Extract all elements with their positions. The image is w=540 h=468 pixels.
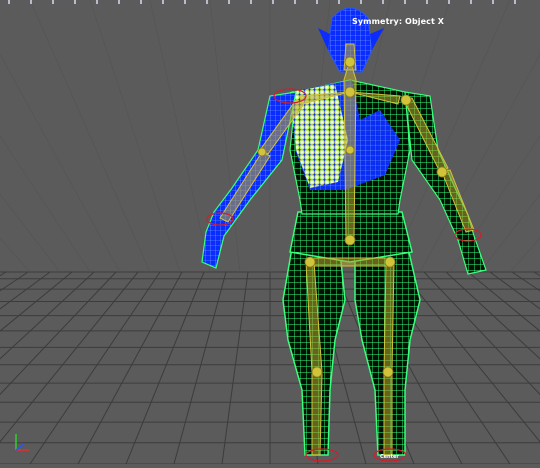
- right-shin-bone: [383, 373, 393, 456]
- viewport-canvas[interactable]: [0, 0, 540, 465]
- timeline-tick: [184, 0, 186, 4]
- axis-gizmo: [10, 430, 40, 454]
- timeline-tick: [206, 0, 208, 4]
- timeline-tick: [118, 0, 120, 4]
- grid-line: [29, 271, 161, 465]
- grid-line: [423, 271, 540, 396]
- timeline-tick: [448, 0, 450, 4]
- timeline-tick: [492, 0, 494, 4]
- grid-line: [149, 0, 211, 273]
- timeline-tick: [338, 0, 340, 4]
- grid-line: [125, 271, 205, 465]
- timeline-tick: [8, 0, 10, 4]
- left-knee-joint: [311, 366, 323, 378]
- grid-line: [419, 53, 540, 273]
- pelvis-joint: [344, 234, 356, 246]
- timeline-tick: [294, 0, 296, 4]
- right-hip-joint: [384, 256, 396, 268]
- 3d-viewport[interactable]: [0, 0, 540, 465]
- timeline-tick: [52, 0, 54, 4]
- right-knee-joint: [382, 366, 394, 378]
- timeline-tick: [250, 0, 252, 4]
- timeline-tick: [382, 0, 384, 4]
- character-mesh[interactable]: [201, 7, 487, 456]
- timeline-ticks: [0, 0, 540, 10]
- timeline-tick: [228, 0, 230, 4]
- hip-bone: [309, 257, 391, 267]
- grid-line: [401, 271, 540, 443]
- left-hip-joint: [304, 256, 316, 268]
- timeline-tick: [30, 0, 32, 4]
- timeline-tick: [162, 0, 164, 4]
- symmetry-label: Symmetry: Object X: [352, 17, 445, 26]
- grid-line: [77, 271, 183, 465]
- right-thigh-bone: [383, 261, 395, 373]
- left-shin-bone: [311, 373, 323, 456]
- left-elbow-node: [257, 147, 267, 157]
- right-shoulder-joint: [400, 94, 412, 106]
- neck-joint: [344, 56, 356, 68]
- timeline-tick: [426, 0, 428, 4]
- left-forearm-bone: [219, 151, 271, 223]
- axis-z-icon: [15, 443, 25, 451]
- timeline-tick: [74, 0, 76, 4]
- grid-line: [509, 237, 540, 273]
- timeline-tick: [470, 0, 472, 4]
- grid-line: [511, 271, 540, 292]
- center-label: Center: [380, 454, 399, 460]
- spine-joint: [345, 145, 355, 155]
- timeline-tick: [316, 0, 318, 4]
- grid-line: [0, 237, 31, 273]
- timeline-tick: [140, 0, 142, 4]
- timeline-tick: [360, 0, 362, 4]
- grid-line: [445, 271, 540, 360]
- right-elbow-joint: [436, 166, 448, 178]
- grid-line: [0, 53, 121, 273]
- grid-line: [0, 193, 61, 273]
- grid-line: [221, 271, 249, 465]
- timeline-tick: [404, 0, 406, 4]
- left-ear-mesh: [318, 28, 330, 50]
- grid-line: [173, 271, 227, 465]
- chest-joint: [344, 86, 356, 98]
- timeline-tick: [96, 0, 98, 4]
- timeline-tick: [514, 0, 516, 4]
- right-ear-mesh: [370, 28, 384, 50]
- timeline-tick: [272, 0, 274, 4]
- grid-line: [479, 193, 540, 273]
- grid-line: [29, 0, 151, 273]
- grid-line: [89, 0, 181, 273]
